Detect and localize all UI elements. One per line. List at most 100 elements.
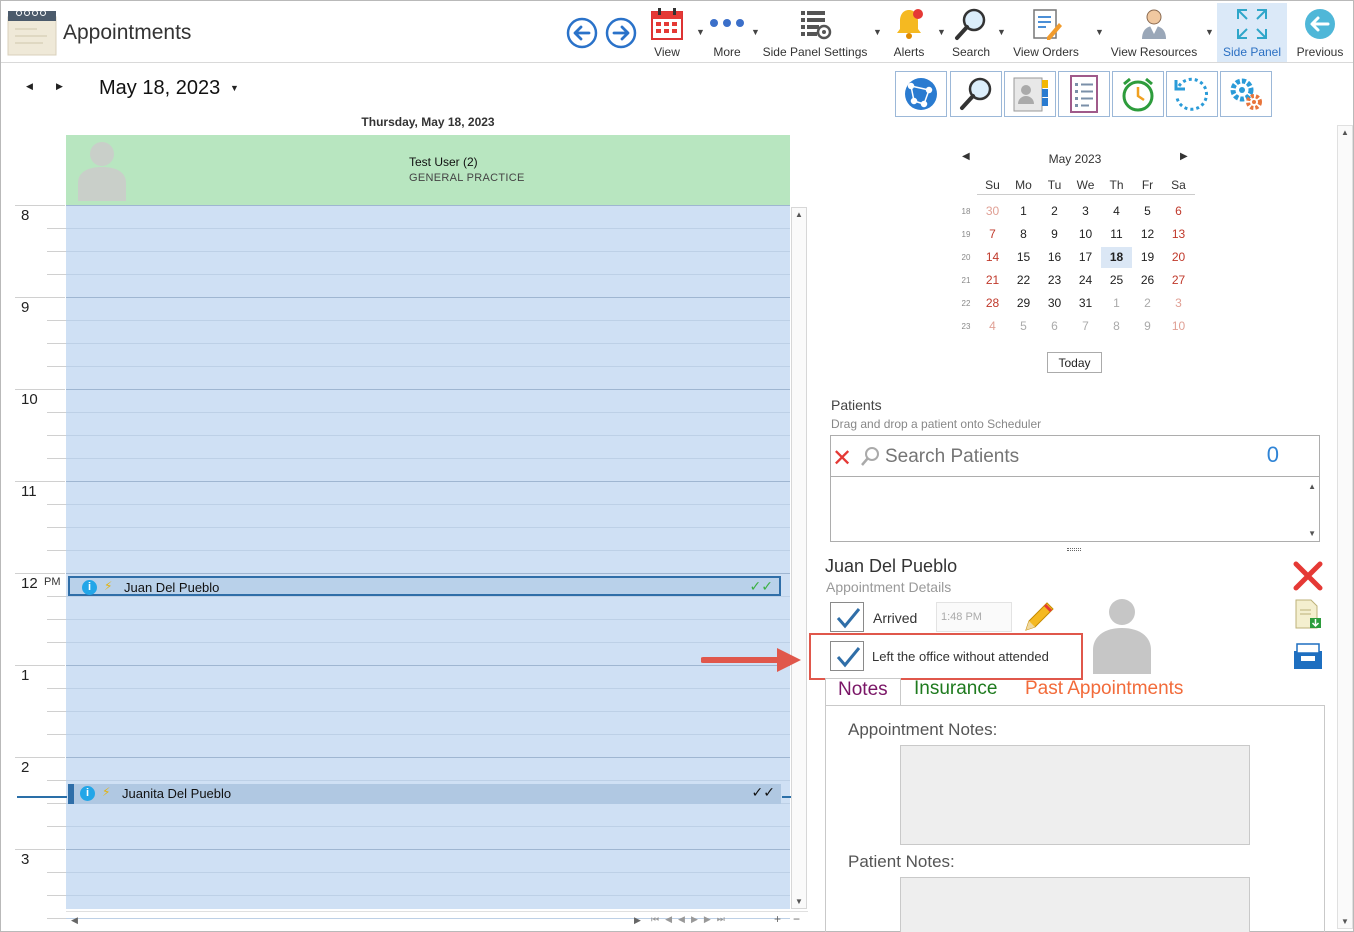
patient-notes-field[interactable] — [900, 877, 1250, 932]
arrived-time-field[interactable]: 1:48 PM — [936, 602, 1012, 632]
zoom-in-icon[interactable]: + — [774, 912, 781, 926]
side-panel-scrollbar[interactable]: ▲ ▼ — [1337, 125, 1353, 929]
calendar-day[interactable]: 5 — [1008, 316, 1039, 337]
calendar-day[interactable]: 30 — [977, 201, 1008, 222]
calendar-day[interactable]: 8 — [1008, 224, 1039, 245]
calendar-day[interactable]: 16 — [1039, 247, 1070, 268]
calendar-day[interactable]: 15 — [1008, 247, 1039, 268]
resource-nav-icons[interactable]: ⏮◀◀▶▶⏭ — [651, 914, 731, 925]
archive-tray-icon[interactable] — [1291, 641, 1325, 676]
calendar-day[interactable]: 4 — [1101, 201, 1132, 222]
appointment-juanita[interactable]: i ⚡ Juanita Del Pueblo ✓✓ — [68, 784, 781, 804]
calendar-day[interactable]: 7 — [977, 224, 1008, 245]
info-icon[interactable]: i — [80, 786, 95, 801]
appointment-notes-field[interactable] — [900, 745, 1250, 845]
calendar-day[interactable]: 5 — [1132, 201, 1163, 222]
view-resources-dropdown-icon[interactable]: ▼ — [1205, 27, 1214, 37]
delete-appointment-icon[interactable] — [1291, 559, 1325, 598]
view-button[interactable]: View — [641, 5, 693, 61]
scroll-down-icon[interactable]: ▼ — [1341, 917, 1349, 926]
calendar-day[interactable]: 29 — [1008, 293, 1039, 314]
calendar-day[interactable]: 18 — [1101, 247, 1132, 268]
date-picker-dropdown-icon[interactable]: ▼ — [230, 83, 239, 93]
prev-day-icon[interactable]: ◀ — [26, 81, 33, 92]
calendar-day[interactable]: 22 — [1008, 270, 1039, 291]
previous-button[interactable]: Previous — [1293, 5, 1347, 61]
calendar-day[interactable]: 12 — [1132, 224, 1163, 245]
view-orders-dropdown-icon[interactable]: ▼ — [1095, 27, 1104, 37]
calendar-day[interactable]: 13 — [1163, 224, 1194, 245]
zoom-out-icon[interactable]: − — [793, 912, 800, 926]
calendar-day[interactable]: 2 — [1039, 201, 1070, 222]
scheduler-horizontal-scrollbar[interactable]: ◀ ▶ ⏮◀◀▶▶⏭ + − — [66, 911, 808, 927]
calendar-day[interactable]: 1 — [1008, 201, 1039, 222]
patient-search-input[interactable] — [885, 444, 1245, 470]
scheduler-vertical-scrollbar[interactable]: ▲ ▼ — [791, 207, 807, 909]
calendar-day[interactable]: 21 — [977, 270, 1008, 291]
calendar-day[interactable]: 20 — [1163, 247, 1194, 268]
search-dropdown-icon[interactable]: ▼ — [997, 27, 1006, 37]
calendar-day[interactable]: 10 — [1070, 224, 1101, 245]
calendar-next-month-icon[interactable]: ▶ — [1180, 151, 1188, 162]
side-panel-settings-dropdown-icon[interactable]: ▼ — [873, 27, 882, 37]
appointment-juan[interactable]: i ⚡ Juan Del Pueblo ✓✓ — [68, 576, 781, 596]
more-dropdown-icon[interactable]: ▼ — [751, 27, 760, 37]
side-panel-network-button[interactable] — [895, 71, 947, 117]
info-icon[interactable]: i — [82, 580, 97, 595]
calendar-day[interactable]: 10 — [1163, 316, 1194, 337]
arrived-checkbox[interactable] — [830, 602, 864, 632]
calendar-day[interactable]: 28 — [977, 293, 1008, 314]
calendar-day[interactable]: 31 — [1070, 293, 1101, 314]
side-panel-checklist-button[interactable] — [1058, 71, 1110, 117]
view-resources-button[interactable]: View Resources — [1109, 5, 1199, 61]
scroll-left-icon[interactable]: ◀ — [71, 915, 78, 926]
tab-past-appointments[interactable]: Past Appointments — [1025, 678, 1183, 700]
scroll-up-icon[interactable]: ▲ — [795, 210, 803, 219]
calendar-day[interactable]: 11 — [1101, 224, 1132, 245]
calendar-day[interactable]: 7 — [1070, 316, 1101, 337]
calendar-day[interactable]: 30 — [1039, 293, 1070, 314]
scroll-up-icon[interactable]: ▲ — [1341, 128, 1349, 137]
calendar-day[interactable]: 8 — [1101, 316, 1132, 337]
calendar-day[interactable]: 9 — [1039, 224, 1070, 245]
side-panel-timer-button[interactable] — [1112, 71, 1164, 117]
side-panel-button[interactable]: Side Panel — [1217, 3, 1287, 62]
scroll-down-icon[interactable]: ▼ — [795, 897, 803, 906]
alerts-button[interactable]: Alerts — [885, 5, 933, 61]
calendar-day[interactable]: 17 — [1070, 247, 1101, 268]
today-button[interactable]: Today — [1047, 352, 1102, 373]
back-arrow-button[interactable] — [566, 17, 598, 54]
side-panel-search-button[interactable] — [950, 71, 1002, 117]
calendar-day[interactable]: 23 — [1039, 270, 1070, 291]
calendar-day[interactable]: 14 — [977, 247, 1008, 268]
view-orders-button[interactable]: View Orders — [1009, 5, 1083, 61]
search-button[interactable]: Search — [947, 5, 995, 61]
forward-arrow-button[interactable] — [605, 17, 637, 54]
more-button[interactable]: More — [703, 5, 751, 61]
next-day-icon[interactable]: ▶ — [56, 81, 63, 92]
calendar-day[interactable]: 4 — [977, 316, 1008, 337]
calendar-day[interactable]: 3 — [1070, 201, 1101, 222]
scroll-down-icon[interactable]: ▼ — [1308, 529, 1316, 538]
side-panel-settings-gear-button[interactable] — [1220, 71, 1272, 117]
calendar-day[interactable]: 24 — [1070, 270, 1101, 291]
calendar-day[interactable]: 25 — [1101, 270, 1132, 291]
calendar-day[interactable]: 26 — [1132, 270, 1163, 291]
calendar-day[interactable]: 6 — [1039, 316, 1070, 337]
tab-insurance[interactable]: Insurance — [914, 678, 997, 700]
calendar-day[interactable]: 9 — [1132, 316, 1163, 337]
calendar-day[interactable]: 6 — [1163, 201, 1194, 222]
side-panel-refresh-button[interactable] — [1166, 71, 1218, 117]
calendar-prev-month-icon[interactable]: ◀ — [962, 151, 970, 162]
export-document-icon[interactable] — [1293, 598, 1323, 635]
calendar-day[interactable]: 19 — [1132, 247, 1163, 268]
tab-notes[interactable]: Notes — [825, 678, 901, 706]
panel-splitter[interactable] — [1067, 548, 1081, 551]
calendar-day[interactable]: 3 — [1163, 293, 1194, 314]
calendar-day[interactable]: 1 — [1101, 293, 1132, 314]
calendar-day[interactable]: 27 — [1163, 270, 1194, 291]
side-panel-settings-button[interactable]: Side Panel Settings — [761, 5, 869, 61]
scroll-up-icon[interactable]: ▲ — [1308, 482, 1316, 491]
scroll-right-icon[interactable]: ▶ — [634, 915, 641, 926]
side-panel-contacts-button[interactable] — [1004, 71, 1056, 117]
